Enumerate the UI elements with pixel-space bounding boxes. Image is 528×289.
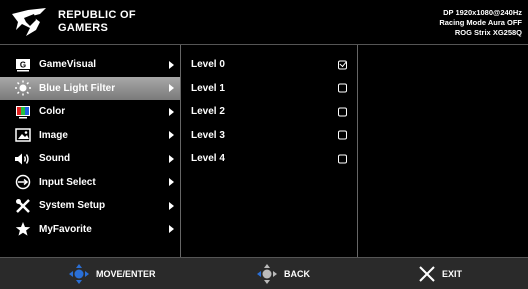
chevron-right-icon	[169, 60, 174, 69]
option-label: Level 1	[191, 82, 225, 94]
option-level-1[interactable]: Level 1	[181, 77, 357, 101]
option-level-4[interactable]: Level 4	[181, 147, 357, 171]
color-icon	[14, 104, 32, 120]
menu-item-input-select[interactable]: Input Select	[0, 171, 180, 195]
blue-light-icon	[14, 80, 32, 96]
radio-checked-icon[interactable]	[338, 60, 347, 70]
joystick-back-icon	[256, 263, 278, 285]
image-icon	[14, 127, 32, 143]
radio-unchecked-icon[interactable]	[338, 83, 347, 93]
chevron-right-icon	[169, 154, 174, 163]
system-setup-icon	[14, 198, 32, 214]
submenu-options: Level 0 Level 1 Level 2 Level 3 Level 4	[181, 45, 358, 257]
menu-label: MyFavorite	[39, 223, 92, 235]
radio-unchecked-icon[interactable]	[338, 154, 347, 164]
joystick-move-icon	[68, 263, 90, 285]
option-label: Level 0	[191, 59, 225, 71]
exit-label: EXIT	[442, 268, 463, 279]
chevron-right-icon	[169, 201, 174, 210]
menu-label: Sound	[39, 153, 71, 165]
menu-item-myfavorite[interactable]: MyFavorite	[0, 218, 180, 242]
main-menu: G GameVisual Blue Light Filter Color Ima…	[0, 45, 181, 257]
sound-icon	[14, 151, 32, 167]
main-panel: G GameVisual Blue Light Filter Color Ima…	[0, 45, 528, 257]
menu-item-blue-light-filter[interactable]: Blue Light Filter	[0, 76, 180, 100]
exit-button[interactable]: EXIT	[418, 258, 462, 289]
chevron-right-icon	[169, 178, 174, 187]
back-label: BACK	[284, 268, 310, 279]
move-enter-button[interactable]: MOVE/ENTER	[68, 258, 156, 289]
header: REPUBLIC OF GAMERS DP 1920x1080@240Hz Ra…	[0, 0, 528, 45]
menu-label: Input Select	[39, 176, 96, 188]
svg-text:G: G	[20, 60, 26, 69]
empty-panel	[358, 45, 528, 257]
menu-item-image[interactable]: Image	[0, 124, 180, 148]
chevron-right-icon	[169, 107, 174, 116]
input-select-icon	[14, 174, 32, 190]
radio-unchecked-icon[interactable]	[338, 107, 347, 117]
option-label: Level 4	[191, 153, 225, 165]
menu-item-color[interactable]: Color	[0, 100, 180, 124]
menu-label: System Setup	[39, 200, 106, 212]
menu-label: Blue Light Filter	[39, 82, 116, 94]
menu-item-system-setup[interactable]: System Setup	[0, 194, 180, 218]
back-button[interactable]: BACK	[256, 258, 310, 289]
chevron-right-icon	[169, 84, 174, 93]
radio-unchecked-icon[interactable]	[338, 130, 347, 140]
osd-menu: REPUBLIC OF GAMERS DP 1920x1080@240Hz Ra…	[0, 0, 528, 289]
status-info: DP 1920x1080@240Hz Racing Mode Aura OFF …	[439, 8, 522, 38]
option-level-2[interactable]: Level 2	[181, 100, 357, 124]
gamevisual-icon: G	[14, 57, 32, 73]
option-level-3[interactable]: Level 3	[181, 124, 357, 148]
menu-item-gamevisual[interactable]: G GameVisual	[0, 53, 180, 77]
star-icon	[14, 221, 32, 237]
chevron-right-icon	[169, 225, 174, 234]
option-level-0[interactable]: Level 0	[181, 53, 357, 77]
menu-label: Color	[39, 106, 66, 118]
menu-label: Image	[39, 129, 68, 141]
brand-title: REPUBLIC OF GAMERS	[58, 9, 136, 35]
footer: MOVE/ENTER BACK EXIT	[0, 257, 528, 289]
status-resolution: DP 1920x1080@240Hz	[443, 8, 522, 17]
chevron-right-icon	[169, 131, 174, 140]
rog-logo	[10, 4, 50, 40]
status-model: ROG Strix XG258Q	[454, 28, 522, 37]
menu-item-sound[interactable]: Sound	[0, 147, 180, 171]
status-mode: Racing Mode Aura OFF	[439, 18, 522, 27]
option-label: Level 2	[191, 106, 225, 118]
menu-label: GameVisual	[39, 59, 97, 71]
brand-line-1: REPUBLIC OF	[58, 9, 136, 21]
close-icon	[418, 265, 436, 283]
option-label: Level 3	[191, 129, 225, 141]
move-enter-label: MOVE/ENTER	[96, 268, 156, 279]
brand-line-2: GAMERS	[58, 22, 109, 34]
